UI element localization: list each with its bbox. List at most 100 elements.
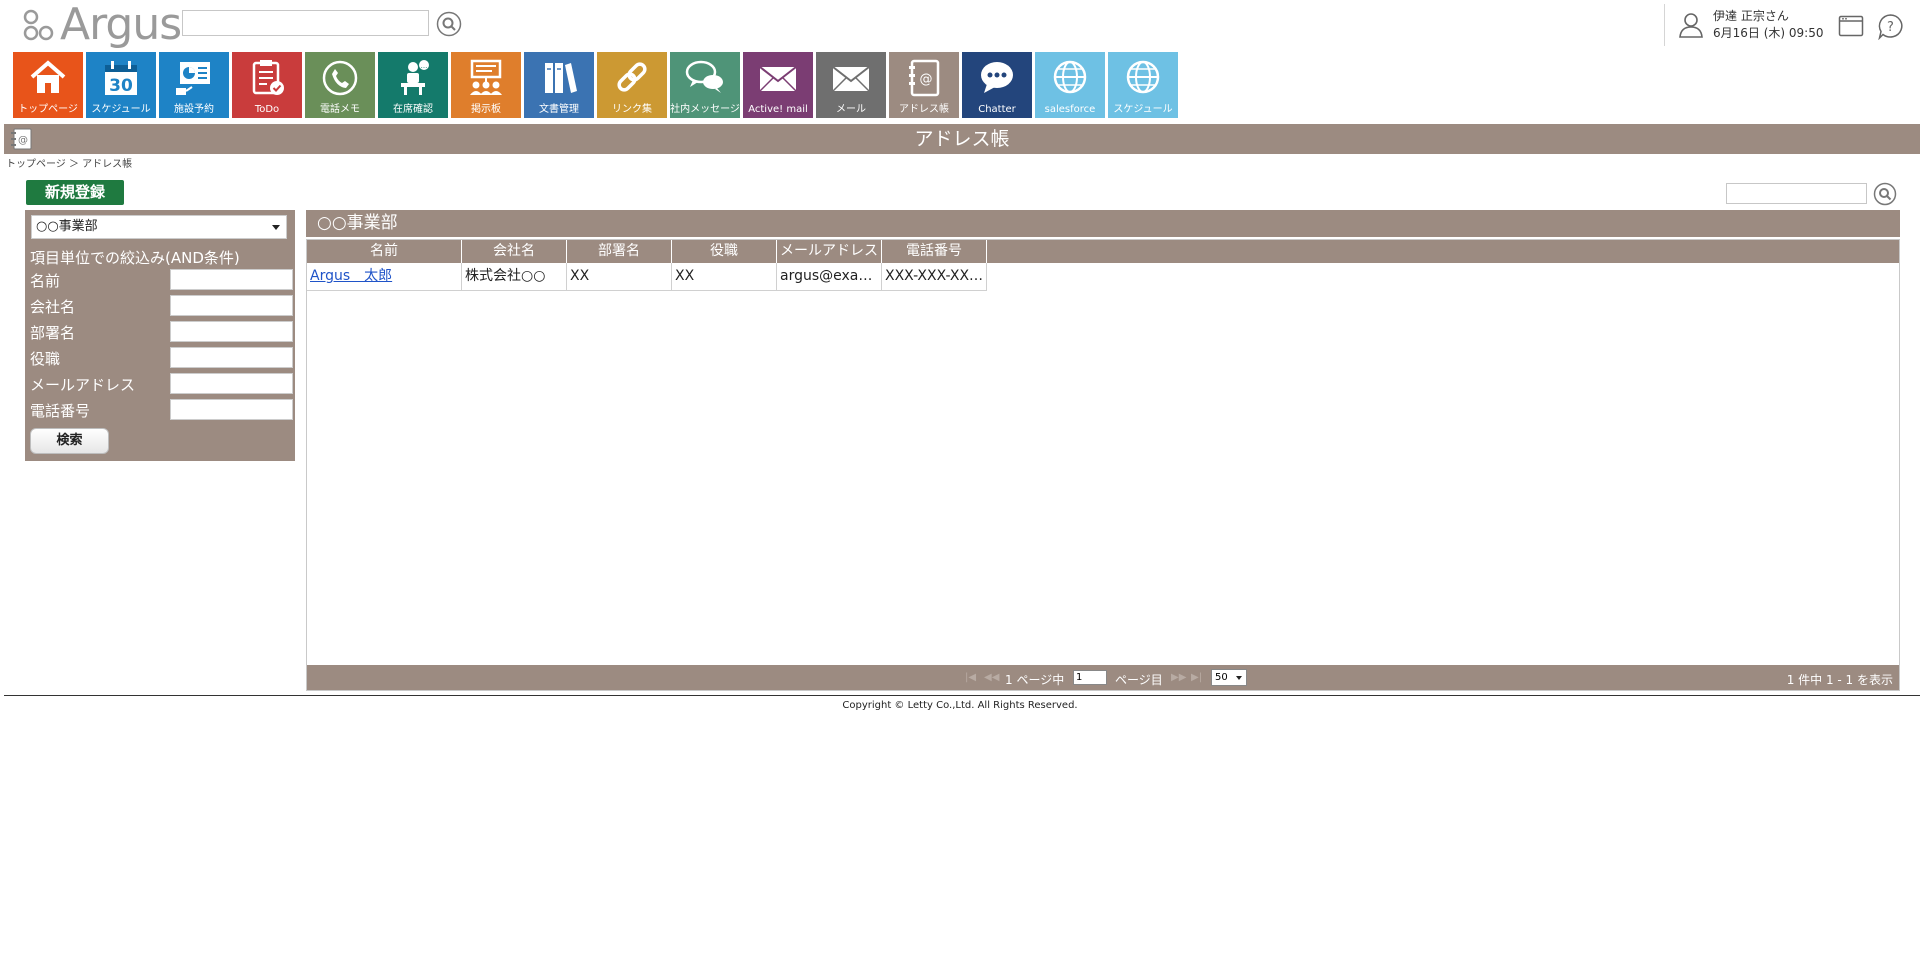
new-register-button[interactable]: 新規登録 <box>26 180 124 205</box>
filter-label: 役職 <box>30 350 61 368</box>
global-search-input[interactable] <box>182 10 429 36</box>
column-header-phone[interactable]: 電話番号 <box>882 240 987 263</box>
filter-row-name: 名前 <box>30 269 293 291</box>
filter-email-input[interactable] <box>170 373 293 394</box>
filter-row-position: 役職 <box>30 347 293 369</box>
filter-label: メールアドレス <box>30 376 136 394</box>
app-tile-external-schedule[interactable]: スケジュール <box>1108 52 1178 118</box>
filter-row-phone: 電話番号 <box>30 399 293 421</box>
page-suffix: ページ目 <box>1115 673 1163 687</box>
mail-icon <box>759 66 797 92</box>
column-header-company[interactable]: 会社名 <box>462 240 567 263</box>
help-icon[interactable]: ? <box>1877 13 1904 40</box>
footer-divider <box>4 695 1920 696</box>
cell-email: argus@exa… <box>777 263 882 291</box>
app-tile-mail[interactable]: メール <box>816 52 886 118</box>
column-header-email[interactable]: メールアドレス <box>777 240 882 263</box>
app-tile-top[interactable]: トップページ <box>13 52 83 118</box>
app-tile-active-mail[interactable]: Active! mail <box>743 52 813 118</box>
page-title-bar: @ アドレス帳 <box>4 124 1920 154</box>
filter-company-input[interactable] <box>170 295 293 316</box>
app-tile-board[interactable]: 掲示板 <box>451 52 521 118</box>
page-number-input[interactable]: 1 <box>1073 670 1107 685</box>
svg-text:30: 30 <box>109 76 133 96</box>
column-header-position[interactable]: 役職 <box>672 240 777 263</box>
result-summary: 1 件中 1 - 1 を表示 <box>1786 673 1893 687</box>
app-tile-chatter[interactable]: Chatter <box>962 52 1032 118</box>
filter-department-input[interactable] <box>170 321 293 342</box>
app-tile-presence[interactable]: ... 在席確認 <box>378 52 448 118</box>
user-name: 伊達 正宗さん <box>1713 9 1789 23</box>
filter-position-input[interactable] <box>170 347 293 368</box>
addressbook-icon: @ <box>11 128 32 150</box>
prev-page-icon[interactable]: ◀◀ <box>984 672 999 683</box>
filter-panel: ○○事業部 項目単位での絞込み(AND条件) 名前 会社名 部署名 役職 メール… <box>25 210 295 461</box>
argus-logo[interactable]: Argus <box>22 0 182 50</box>
cell-position: XX <box>672 263 777 291</box>
app-tile-internal-message[interactable]: 社内メッセージ <box>670 52 740 118</box>
filter-label: 会社名 <box>30 298 76 316</box>
presence-icon: ... <box>401 60 429 95</box>
breadcrumb[interactable]: トップページ ＞ アドレス帳 <box>6 155 132 170</box>
per-page-value: 50 <box>1215 672 1228 683</box>
globe-icon <box>1126 60 1160 94</box>
contact-link[interactable]: Argus 太郎 <box>310 268 392 284</box>
app-tile-facility[interactable]: 施設予約 <box>159 52 229 118</box>
global-search-button[interactable] <box>436 11 462 37</box>
column-header-department[interactable]: 部署名 <box>567 240 672 263</box>
header: Argus 伊達 正宗さん 6月16日 (木) 09:50 ? <box>0 0 1920 50</box>
current-datetime: 6月16日 (木) 09:50 <box>1713 26 1824 40</box>
app-tile-documents[interactable]: 文書管理 <box>524 52 594 118</box>
filter-label: 名前 <box>30 272 61 290</box>
filter-row-department: 部署名 <box>30 321 293 343</box>
column-header-name[interactable]: 名前 <box>307 240 462 263</box>
app-tile-links[interactable]: リンク集 <box>597 52 667 118</box>
next-page-icon[interactable]: ▶▶ <box>1171 672 1186 683</box>
filter-label: 部署名 <box>30 324 76 342</box>
app-tile-address-book[interactable]: @ アドレス帳 <box>889 52 959 118</box>
cell-department: XX <box>567 263 672 291</box>
filter-phone-input[interactable] <box>170 399 293 420</box>
todo-icon <box>252 60 284 95</box>
svg-text:?: ? <box>1887 20 1894 35</box>
window-icon[interactable] <box>1838 14 1864 38</box>
list-column-header: 名前 会社名 部署名 役職 メールアドレス 電話番号 <box>307 240 1899 263</box>
pager: |◀ ◀◀ 1 ページ中 1 ページ目 ▶▶ ▶| 50 1 件中 1 - 1 … <box>307 665 1899 690</box>
user-icon <box>1679 13 1703 38</box>
svg-text:@: @ <box>920 72 933 87</box>
page-prefix: 1 ページ中 <box>1005 673 1065 687</box>
per-page-select[interactable]: 50 <box>1211 669 1247 686</box>
board-icon <box>470 59 502 95</box>
list-header: ○○事業部 <box>306 210 1900 237</box>
facility-icon <box>176 62 210 95</box>
message-icon <box>685 60 723 93</box>
search-button[interactable]: 検索 <box>30 428 109 454</box>
svg-text:...: ... <box>421 62 428 70</box>
user-info[interactable]: 伊達 正宗さん 6月16日 (木) 09:50 <box>1664 4 1823 46</box>
phone-icon <box>322 60 358 96</box>
document-icon <box>545 63 577 93</box>
copyright: Copyright © Letty Co.,Ltd. All Rights Re… <box>842 700 1078 711</box>
app-tile-phone-memo[interactable]: 電話メモ <box>305 52 375 118</box>
app-tile-todo[interactable]: ToDo <box>232 52 302 118</box>
globe-icon <box>1053 60 1087 94</box>
home-icon <box>30 60 66 93</box>
calendar-icon: 30 <box>105 61 137 96</box>
app-tile-schedule[interactable]: 30 スケジュール <box>86 52 156 118</box>
department-select[interactable]: ○○事業部 <box>31 215 287 239</box>
filter-name-input[interactable] <box>170 269 293 290</box>
app-menu: トップページ 30 スケジュール 施設予約 ToDo 電話メモ ... 在席確認… <box>13 52 1181 118</box>
cell-name[interactable]: Argus 太郎 <box>307 263 462 291</box>
filter-row-email: メールアドレス <box>30 373 293 395</box>
logo-text: Argus <box>60 0 182 50</box>
address-search-input[interactable] <box>1726 183 1867 204</box>
first-page-icon[interactable]: |◀ <box>965 672 976 683</box>
filter-title: 項目単位での絞込み(AND条件) <box>30 249 240 267</box>
addressbook-icon: @ <box>909 59 940 97</box>
page-title: アドレス帳 <box>914 128 1010 150</box>
app-tile-salesforce[interactable]: salesforce <box>1035 52 1105 118</box>
last-page-icon[interactable]: ▶| <box>1191 672 1202 683</box>
cell-company: 株式会社○○ <box>462 263 567 291</box>
link-icon <box>617 62 647 92</box>
address-search-button[interactable] <box>1873 182 1897 206</box>
